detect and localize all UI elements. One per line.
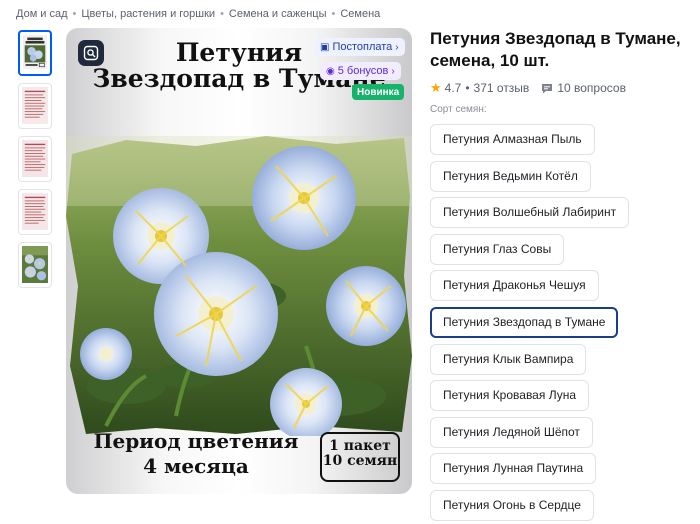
new-badge: Новинка bbox=[352, 84, 405, 100]
package-info-box: 1 пакет 10 семян bbox=[320, 432, 400, 482]
petunia-flower-photo bbox=[66, 136, 412, 436]
variant-option[interactable]: Петуния Волшебный Лабиринт bbox=[430, 197, 630, 229]
thumbnail-5[interactable] bbox=[18, 242, 52, 288]
variant-option[interactable]: Петуния Лунная Паутина bbox=[430, 453, 597, 485]
thumbnail-flower-image bbox=[23, 35, 47, 70]
chevron-right-icon: › bbox=[391, 65, 395, 77]
chevron-right-icon: › bbox=[395, 41, 399, 53]
product-meta: ★ 4.7 • 371 отзыв 10 вопросов bbox=[430, 80, 626, 96]
seed-count: 10 семян bbox=[322, 453, 398, 470]
package-count: 1 пакет bbox=[329, 438, 391, 454]
variant-label: Сорт семян: bbox=[430, 104, 487, 115]
breadcrumb-item-flowers[interactable]: Цветы, растения и горшки bbox=[81, 8, 215, 20]
breadcrumb: Дом и сад • Цветы, растения и горшки • Семен… bbox=[16, 8, 380, 20]
variant-option[interactable]: Петуния Ведьмин Котёл bbox=[430, 160, 591, 192]
blooming-period-line-1: Период цветения bbox=[93, 429, 299, 453]
variant-option[interactable]: Петуния Глаз Совы bbox=[430, 233, 565, 265]
thumbnail-instructions-image bbox=[22, 193, 48, 231]
breadcrumb-item-home-garden[interactable]: Дом и сад bbox=[16, 8, 68, 20]
questions-link[interactable]: 10 вопросов bbox=[557, 81, 626, 95]
wallet-icon: ▣ bbox=[320, 41, 330, 53]
breadcrumb-separator: • bbox=[220, 8, 224, 20]
postpay-badge[interactable]: ▣ Постоплата › bbox=[314, 38, 405, 56]
blooming-period-line-2: 4 месяца bbox=[143, 454, 249, 478]
variant-option[interactable]: Петуния Огонь в Сердце bbox=[430, 489, 594, 521]
rating-value: 4.7 bbox=[444, 81, 462, 95]
star-icon: ★ bbox=[430, 80, 442, 95]
thumbnail-3[interactable] bbox=[18, 136, 52, 182]
variant-option[interactable]: Петуния Кровавая Луна bbox=[430, 380, 590, 412]
variant-options: Петуния Алмазная Пыль Петуния Ведьмин Ко… bbox=[430, 124, 692, 524]
thumbnail-1[interactable] bbox=[18, 30, 52, 76]
breadcrumb-separator: • bbox=[331, 8, 336, 20]
product-title: Петуния Звездопад в Тумане, семена, 10 ш… bbox=[430, 29, 681, 71]
variant-option[interactable]: Петуния Драконья Чешуя bbox=[430, 270, 599, 302]
breadcrumb-separator: • bbox=[72, 8, 77, 20]
bonus-badge[interactable]: ◉ 5 бонусов › bbox=[320, 62, 401, 80]
breadcrumb-item-seeds-seedlings[interactable]: Семена и саженцы bbox=[229, 8, 327, 20]
meta-separator: • bbox=[465, 81, 470, 95]
bonus-coin-icon: ◉ bbox=[326, 65, 335, 77]
variant-option[interactable]: Петуния Алмазная Пыль bbox=[430, 124, 595, 155]
blooming-period: Период цветения 4 месяца bbox=[80, 431, 312, 477]
thumbnail-4[interactable] bbox=[18, 189, 52, 235]
postpay-label: Постоплата bbox=[332, 41, 393, 53]
questions-chat-icon bbox=[542, 83, 553, 93]
thumbnail-instructions-image bbox=[22, 87, 48, 125]
thumbnail-flower-photo bbox=[22, 246, 48, 284]
bonus-label: 5 бонусов bbox=[337, 65, 389, 77]
thumbnail-2[interactable] bbox=[18, 83, 52, 129]
thumbnail-instructions-image bbox=[22, 140, 48, 178]
variant-option-selected[interactable]: Петуния Звездопад в Тумане bbox=[430, 306, 619, 338]
main-product-image[interactable]: Петуния Звездопад в Тумане ▣ Постоплата … bbox=[66, 28, 412, 494]
thumbnail-gallery bbox=[18, 30, 54, 295]
variant-option[interactable]: Петуния Клык Вампира bbox=[430, 343, 587, 375]
variant-option[interactable]: Петуния Ледяной Шёпот bbox=[430, 416, 593, 448]
reviews-link[interactable]: 371 отзыв bbox=[474, 81, 530, 95]
breadcrumb-item-seeds[interactable]: Семена bbox=[340, 8, 380, 20]
